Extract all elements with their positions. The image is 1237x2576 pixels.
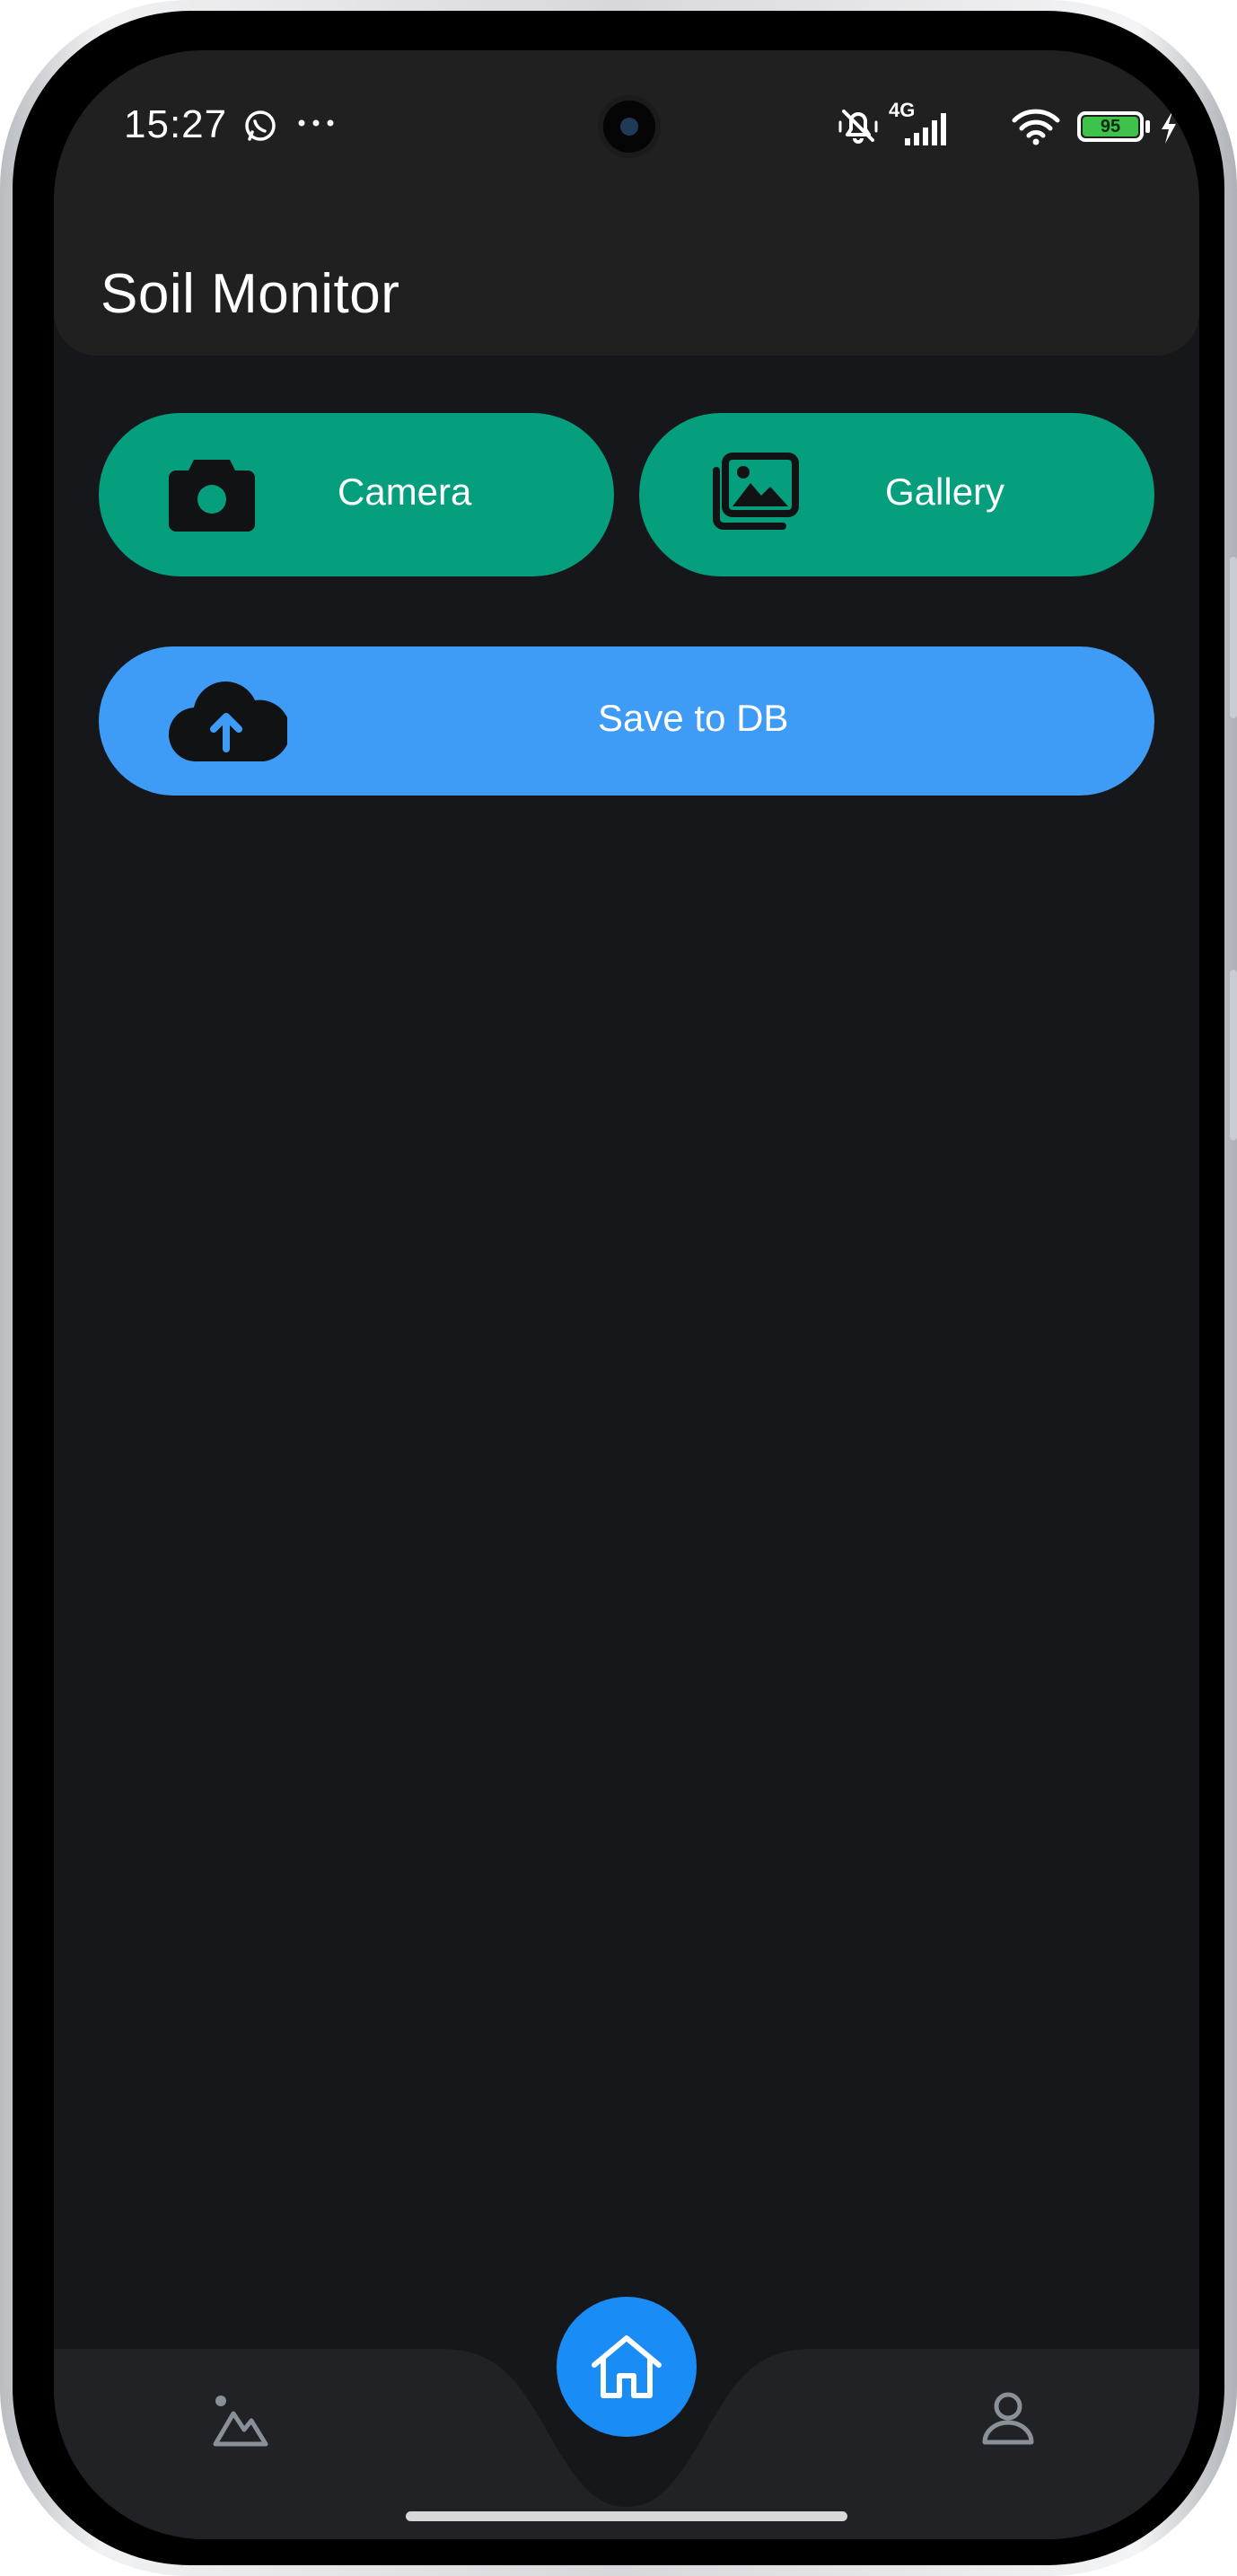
- gallery-icon: [713, 453, 799, 530]
- home-fab[interactable]: [557, 2297, 697, 2437]
- gallery-button[interactable]: Gallery: [639, 413, 1154, 576]
- home-indicator[interactable]: [406, 2511, 847, 2521]
- charging-icon: [1162, 111, 1176, 144]
- home-icon: [592, 2335, 662, 2398]
- phone-frame: 15:27 4G 95 Soil Monitor Camera Gallery …: [0, 0, 1237, 2576]
- camera-button[interactable]: Camera: [99, 413, 614, 576]
- battery-icon: 95: [1077, 111, 1144, 142]
- status-bar: 15:27 4G 95: [54, 50, 1199, 203]
- profile-icon[interactable]: [980, 2390, 1036, 2446]
- front-camera: [598, 95, 661, 158]
- status-icons: 4G 95: [835, 99, 1176, 156]
- save-button-label: Save to DB: [598, 697, 789, 739]
- save-to-db-button[interactable]: Save to DB: [99, 646, 1154, 796]
- camera-button-label: Camera: [338, 470, 472, 513]
- app-bar: 15:27 4G 95 Soil Monitor: [54, 50, 1199, 356]
- gallery-button-label: Gallery: [885, 470, 1005, 513]
- mute-icon: [838, 110, 878, 144]
- volume-button: [1230, 557, 1237, 718]
- whatsapp-icon: [245, 110, 276, 141]
- power-button: [1230, 970, 1237, 1140]
- cloud-upload-icon: [168, 681, 287, 762]
- battery-tip: [1145, 120, 1150, 133]
- page-title: Soil Monitor: [101, 263, 400, 325]
- screen: 15:27 4G 95 Soil Monitor Camera Gallery …: [54, 50, 1199, 2539]
- wifi-icon: [1012, 109, 1060, 145]
- camera-icon: [169, 460, 255, 532]
- battery-level: 95: [1083, 117, 1138, 136]
- more-dots-icon: [298, 119, 334, 127]
- status-time: 15:27: [124, 102, 228, 146]
- signal-icon: [905, 113, 946, 145]
- phone-bezel: 15:27 4G 95 Soil Monitor Camera Gallery …: [13, 11, 1224, 2565]
- landscape-icon[interactable]: [212, 2392, 269, 2449]
